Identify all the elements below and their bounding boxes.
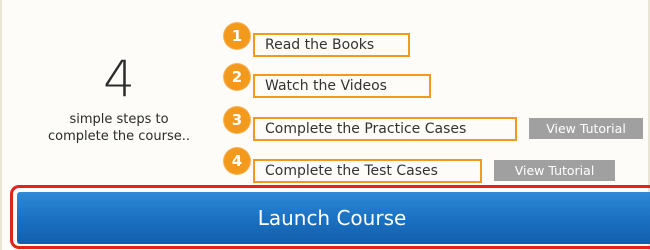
- launch-course-label: Launch Course: [257, 206, 407, 230]
- tagline-line-2: complete the course..: [47, 129, 191, 144]
- steps-tagline: simple steps to complete the course..: [34, 111, 204, 145]
- step-3-practice-cases[interactable]: Complete the Practice Cases: [253, 117, 517, 141]
- steps-count: 4: [103, 50, 135, 108]
- step-1-badge: 1: [224, 23, 250, 49]
- view-tutorial-practice-button[interactable]: View Tutorial: [529, 118, 643, 139]
- course-steps-panel: 4 simple steps to complete the course.. …: [0, 0, 650, 250]
- view-tutorial-test-button[interactable]: View Tutorial: [494, 160, 615, 181]
- tagline-line-1: simple steps to: [69, 112, 169, 127]
- step-3-label: Complete the Practice Cases: [265, 121, 467, 137]
- step-4-label: Complete the Test Cases: [265, 163, 438, 179]
- launch-course-button[interactable]: Launch Course: [17, 192, 650, 244]
- step-2-watch-videos[interactable]: Watch the Videos: [253, 74, 431, 98]
- step-4-test-cases[interactable]: Complete the Test Cases: [253, 159, 482, 183]
- step-2-label: Watch the Videos: [265, 78, 387, 94]
- step-2-badge: 2: [224, 64, 250, 90]
- step-3-badge: 3: [224, 107, 250, 133]
- step-1-label: Read the Books: [265, 37, 375, 53]
- step-1-read-books[interactable]: Read the Books: [253, 33, 410, 57]
- step-4-badge: 4: [224, 148, 250, 174]
